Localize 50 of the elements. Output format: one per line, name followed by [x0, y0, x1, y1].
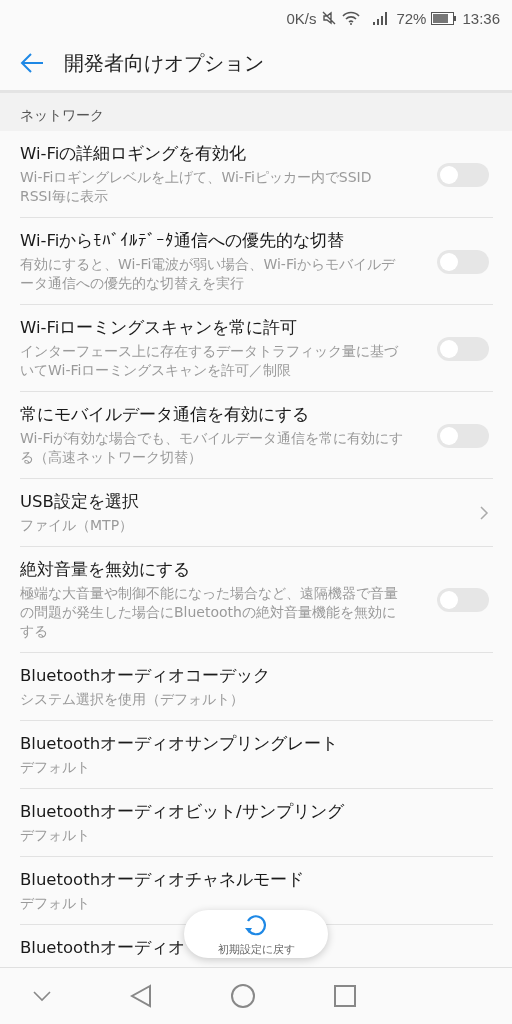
- home-icon[interactable]: [230, 983, 256, 1009]
- clock: 13:36: [462, 9, 500, 27]
- item-title: Wi-Fiからﾓﾊﾞｲﾙﾃﾞｰﾀ通信への優先的な切替: [20, 230, 345, 252]
- item-title: Bluetoothオーディオ: [20, 937, 186, 959]
- back-arrow-icon[interactable]: [20, 53, 44, 73]
- battery-icon: [431, 11, 458, 25]
- settings-item[interactable]: Wi-Fiからﾓﾊﾞｲﾙﾃﾞｰﾀ通信への優先的な切替 有効にすると、Wi-Fi電波が弱い場合、Wi-Fiからモバイルデータ通信への優先的な切替えを実行: [20, 218, 493, 305]
- chevron-down-icon[interactable]: [32, 990, 52, 1002]
- settings-item[interactable]: Bluetoothオーディオサンプリングレート デフォルト: [20, 721, 493, 789]
- wifi-icon: [342, 11, 361, 25]
- chevron-right-icon: [479, 505, 489, 521]
- toggle-switch[interactable]: [437, 249, 489, 274]
- reset-button[interactable]: 初期設定に戻す: [184, 910, 328, 958]
- settings-item[interactable]: Wi-Fiの詳細ロギングを有効化 Wi-Fiロギングレベルを上げて、Wi-Fiピッカー内でSSID RSSI毎に表示: [20, 131, 493, 218]
- item-title: 絶対音量を無効にする: [20, 559, 190, 581]
- settings-item[interactable]: Bluetoothオーディオコーデック システム選択を使用（デフォルト）: [20, 653, 493, 721]
- toggle-switch[interactable]: [437, 423, 489, 448]
- muted-icon: [321, 10, 338, 26]
- settings-item[interactable]: Bluetoothオーディオビット/サンプリング デフォルト: [20, 789, 493, 857]
- item-title: Bluetoothオーディオサンプリングレート: [20, 733, 339, 755]
- back-icon[interactable]: [130, 984, 152, 1008]
- item-summary: 極端な大音量や制御不能になった場合など、遠隔機器で音量の問題が発生した場合にBluetoothの絶対音量機能を無効にする: [20, 584, 399, 641]
- item-summary: システム選択を使用（デフォルト）: [20, 690, 245, 709]
- item-summary: 有効にすると、Wi-Fi電波が弱い場合、Wi-Fiからモバイルデータ通信への優先的な切替えを実行: [20, 255, 397, 293]
- settings-item[interactable]: USB設定を選択 ファイル（MTP）: [20, 479, 493, 547]
- item-title: Wi-Fiの詳細ロギングを有効化: [20, 143, 247, 165]
- toggle-switch[interactable]: [437, 336, 489, 361]
- item-title: Bluetoothオーディオビット/サンプリング: [20, 801, 344, 823]
- toggle-switch[interactable]: [437, 588, 489, 612]
- settings-item[interactable]: Wi-Fiローミングスキャンを常に許可 インターフェース上に存在するデータトラフィック量に基づいてWi-Fiローミングスキャンを許可／制限: [20, 305, 493, 392]
- item-summary: Wi-Fiロギングレベルを上げて、Wi-Fiピッカー内でSSID RSSI毎に表示: [20, 168, 373, 206]
- item-summary: デフォルト: [20, 826, 91, 845]
- settings-item[interactable]: 常にモバイルデータ通信を有効にする Wi-Fiが有効な場合でも、モバイルデータ通信を常に有効にする（高速ネットワーク切替）: [20, 392, 493, 479]
- item-title: Bluetoothオーディオコーデック: [20, 665, 271, 687]
- item-summary: デフォルト: [20, 894, 91, 913]
- item-summary: ファイル（MTP）: [20, 516, 135, 535]
- recents-icon[interactable]: [334, 985, 356, 1007]
- section-header: ネットワーク: [0, 93, 512, 131]
- item-summary: インターフェース上に存在するデータトラフィック量に基づいてWi-Fiローミングスキャンを許可／制限: [20, 342, 399, 380]
- item-title: USB設定を選択: [20, 491, 139, 513]
- network-speed: 0K/s: [286, 9, 317, 27]
- item-title: 常にモバイルデータ通信を有効にする: [20, 404, 309, 426]
- item-summary: Wi-Fiが有効な場合でも、モバイルデータ通信を常に有効にする（高速ネットワーク切替）: [20, 429, 405, 467]
- toggle-switch[interactable]: [437, 162, 489, 187]
- page-title: 開発者向けオプション: [64, 49, 264, 77]
- battery-level: 72%: [396, 9, 427, 27]
- item-summary: デフォルト: [20, 758, 91, 777]
- item-title: Wi-Fiローミングスキャンを常に許可: [20, 317, 298, 339]
- settings-item[interactable]: 絶対音量を無効にする 極端な大音量や制御不能になった場合など、遠隔機器で音量の問題が発生した場合にBluetoothの絶対音量機能を無効にする: [20, 547, 493, 653]
- item-title: Bluetoothオーディオチャネルモード: [20, 869, 305, 891]
